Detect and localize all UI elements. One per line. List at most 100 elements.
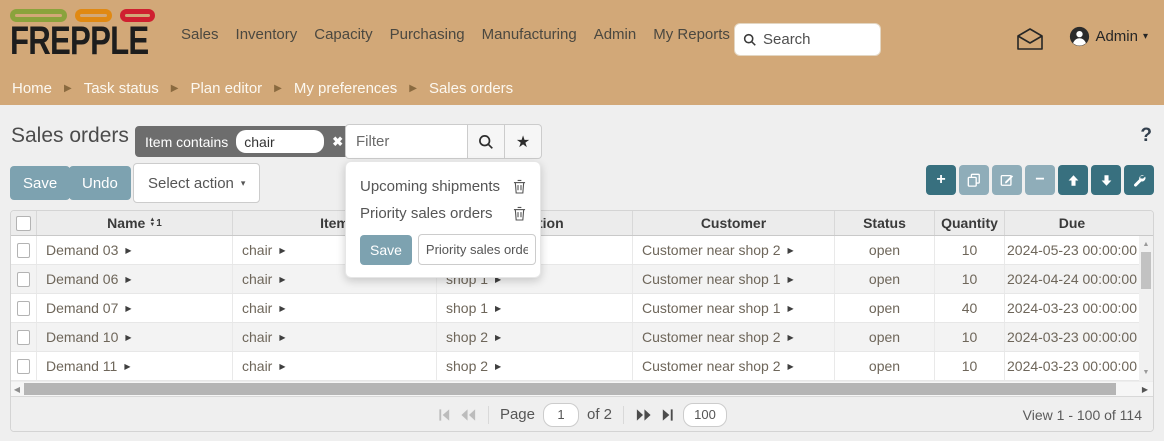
favorite-filter-button[interactable]: ★ <box>505 124 542 159</box>
demand-name-link[interactable]: Demand 10 <box>46 329 118 345</box>
customer-link[interactable]: Customer near shop 2 <box>642 242 781 258</box>
item-link[interactable]: chair <box>242 358 272 374</box>
drilldown-caret-icon[interactable]: ▶ <box>495 362 501 371</box>
item-filter-input[interactable] <box>236 130 324 153</box>
breadcrumb-sales-orders[interactable]: Sales orders <box>429 80 513 97</box>
trash-icon[interactable] <box>513 206 526 221</box>
drilldown-caret-icon[interactable]: ▶ <box>495 333 501 342</box>
move-up-button[interactable] <box>1058 165 1088 195</box>
row-checkbox[interactable] <box>17 272 30 287</box>
row-checkbox[interactable] <box>17 359 30 374</box>
copy-rows-button[interactable] <box>959 165 989 195</box>
drilldown-caret-icon[interactable]: ▶ <box>788 246 794 255</box>
drilldown-caret-icon[interactable]: ▶ <box>125 275 131 284</box>
item-link[interactable]: chair <box>242 329 272 345</box>
nav-manufacturing[interactable]: Manufacturing <box>482 26 577 43</box>
nav-admin[interactable]: Admin <box>594 26 637 43</box>
item-link[interactable]: chair <box>242 271 272 287</box>
page-size-input[interactable] <box>683 403 727 427</box>
save-button[interactable]: Save <box>10 166 70 200</box>
location-link[interactable]: shop 1 <box>446 300 488 316</box>
item-link[interactable]: chair <box>242 242 272 258</box>
column-header-customer[interactable]: Customer <box>633 211 835 235</box>
nav-my-reports[interactable]: My Reports <box>653 26 730 43</box>
add-row-button[interactable]: + <box>926 165 956 195</box>
breadcrumb-plan-editor[interactable]: Plan editor <box>190 80 262 97</box>
undo-button[interactable]: Undo <box>69 166 131 200</box>
drilldown-caret-icon[interactable]: ▶ <box>125 246 131 255</box>
nav-capacity[interactable]: Capacity <box>314 26 372 43</box>
vertical-scrollbar[interactable]: ▲ ▼ <box>1139 236 1153 381</box>
row-checkbox[interactable] <box>17 301 30 316</box>
next-page-button[interactable] <box>635 408 652 422</box>
row-checkbox[interactable] <box>17 330 30 345</box>
column-header-name[interactable]: Name ▲▼ 1 <box>37 211 233 235</box>
trash-icon[interactable] <box>513 179 526 194</box>
demand-name-link[interactable]: Demand 07 <box>46 300 118 316</box>
breadcrumb-home[interactable]: Home <box>12 80 52 97</box>
previous-page-button[interactable] <box>460 408 477 422</box>
location-link[interactable]: shop 2 <box>446 329 488 345</box>
drilldown-caret-icon[interactable]: ▶ <box>279 304 285 313</box>
first-page-button[interactable] <box>437 408 452 422</box>
item-link[interactable]: chair <box>242 300 272 316</box>
drilldown-caret-icon[interactable]: ▶ <box>125 333 131 342</box>
horizontal-scroll-thumb[interactable] <box>24 383 1116 395</box>
vertical-scroll-thumb[interactable] <box>1141 252 1151 289</box>
nav-purchasing[interactable]: Purchasing <box>390 26 465 43</box>
demand-name-link[interactable]: Demand 11 <box>46 358 117 374</box>
column-header-quantity[interactable]: Quantity <box>935 211 1005 235</box>
page-number-input[interactable] <box>543 403 579 427</box>
filter-input[interactable] <box>345 124 468 159</box>
frepple-logo[interactable]: FREPPLE <box>10 8 187 62</box>
customer-link[interactable]: Customer near shop 2 <box>642 329 781 345</box>
demand-name-link[interactable]: Demand 03 <box>46 242 118 258</box>
drilldown-caret-icon[interactable]: ▶ <box>279 246 285 255</box>
filter-search-button[interactable] <box>468 124 505 159</box>
customer-link[interactable]: Customer near shop 1 <box>642 300 781 316</box>
customer-link[interactable]: Customer near shop 2 <box>642 358 781 374</box>
column-header-due[interactable]: Due <box>1005 211 1139 235</box>
nav-sales[interactable]: Sales <box>181 26 219 43</box>
user-menu[interactable]: Admin ▾ <box>1069 26 1148 47</box>
search-input[interactable] <box>763 31 872 48</box>
scroll-up-icon[interactable]: ▲ <box>1139 241 1153 248</box>
nav-inventory[interactable]: Inventory <box>236 26 298 43</box>
settings-wrench-button[interactable] <box>1124 165 1154 195</box>
saved-filter-priority-sales-orders[interactable]: Priority sales orders <box>360 205 493 222</box>
drilldown-caret-icon[interactable]: ▶ <box>788 304 794 313</box>
location-link[interactable]: shop 2 <box>446 358 488 374</box>
edit-rows-button[interactable] <box>992 165 1022 195</box>
drilldown-caret-icon[interactable]: ▶ <box>495 304 501 313</box>
row-checkbox[interactable] <box>17 243 30 258</box>
select-all-checkbox[interactable] <box>16 216 31 231</box>
scroll-left-icon[interactable]: ◀ <box>11 382 23 397</box>
save-filter-button[interactable]: Save <box>360 235 412 265</box>
help-icon[interactable]: ? <box>1140 125 1152 147</box>
breadcrumb-my-preferences[interactable]: My preferences <box>294 80 397 97</box>
drilldown-caret-icon[interactable]: ▶ <box>788 275 794 284</box>
remove-filter-icon[interactable]: ✖ <box>332 134 343 150</box>
drilldown-caret-icon[interactable]: ▶ <box>124 362 130 371</box>
select-action-dropdown[interactable]: Select action ▾ <box>133 163 260 203</box>
scroll-down-icon[interactable]: ▼ <box>1139 369 1153 376</box>
filter-name-input[interactable] <box>418 234 536 265</box>
scroll-right-icon[interactable]: ▶ <box>1139 382 1151 397</box>
messages-icon[interactable] <box>1016 27 1044 51</box>
drilldown-caret-icon[interactable]: ▶ <box>788 362 794 371</box>
drilldown-caret-icon[interactable]: ▶ <box>279 275 285 284</box>
drilldown-caret-icon[interactable]: ▶ <box>788 333 794 342</box>
delete-rows-button[interactable]: − <box>1025 165 1055 195</box>
drilldown-caret-icon[interactable]: ▶ <box>125 304 131 313</box>
move-down-button[interactable] <box>1091 165 1121 195</box>
last-page-button[interactable] <box>660 408 675 422</box>
saved-filter-upcoming-shipments[interactable]: Upcoming shipments <box>360 178 500 195</box>
horizontal-scrollbar[interactable]: ◀ ▶ <box>11 381 1153 396</box>
breadcrumb-task-status[interactable]: Task status <box>84 80 159 97</box>
column-header-status[interactable]: Status <box>835 211 935 235</box>
status-cell: open <box>835 236 935 264</box>
customer-link[interactable]: Customer near shop 1 <box>642 271 781 287</box>
drilldown-caret-icon[interactable]: ▶ <box>279 333 285 342</box>
demand-name-link[interactable]: Demand 06 <box>46 271 118 287</box>
drilldown-caret-icon[interactable]: ▶ <box>279 362 285 371</box>
